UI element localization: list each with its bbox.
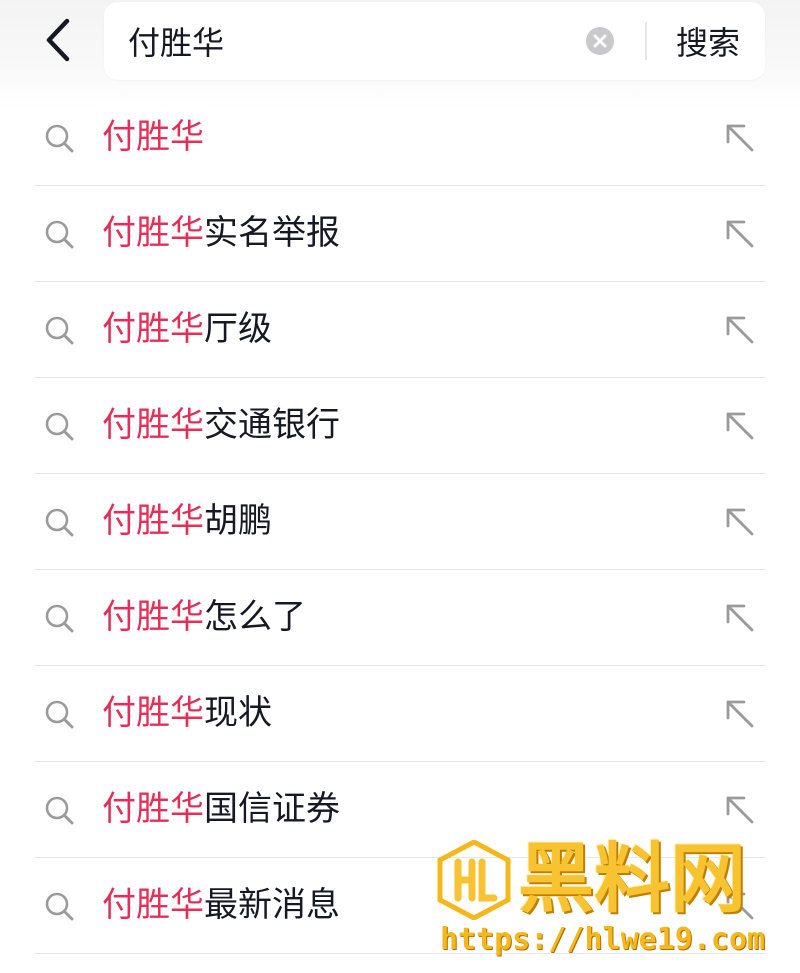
suggestion-highlight: 付胜华 <box>102 501 204 541</box>
fill-arrow-icon[interactable] <box>724 314 756 346</box>
suggestion-text: 付胜华 <box>102 90 204 185</box>
suggestion-rest: 厅级 <box>204 309 272 349</box>
suggestion-highlight: 付胜华 <box>102 117 204 157</box>
suggestion-item[interactable]: 付胜华 <box>34 90 766 186</box>
suggestion-text: 付胜华厅级 <box>102 282 272 377</box>
suggestion-highlight: 付胜华 <box>102 405 204 445</box>
suggestion-rest: 最新消息 <box>204 885 340 925</box>
fill-arrow-icon[interactable] <box>724 698 756 730</box>
suggestion-item[interactable]: 付胜华厅级 <box>34 282 766 378</box>
suggestion-item[interactable]: 付胜华现状 <box>34 666 766 762</box>
fill-arrow-icon[interactable] <box>724 218 756 250</box>
suggestion-text: 付胜华怎么了 <box>102 570 306 665</box>
search-icon <box>45 124 74 153</box>
back-button[interactable] <box>30 12 86 68</box>
suggestion-text: 付胜华最新消息 <box>102 858 340 953</box>
search-icon <box>45 220 74 249</box>
suggestion-text: 付胜华胡鹏 <box>102 474 272 569</box>
search-icon <box>45 412 74 441</box>
search-divider <box>645 22 647 60</box>
fill-arrow-icon[interactable] <box>724 506 756 538</box>
suggestion-rest: 胡鹏 <box>204 501 272 541</box>
search-button[interactable]: 搜索 <box>660 2 756 80</box>
suggestion-text: 付胜华现状 <box>102 666 272 761</box>
search-icon <box>45 892 74 921</box>
suggestion-rest: 交通银行 <box>204 405 340 445</box>
suggestion-item[interactable]: 付胜华交通银行 <box>34 378 766 474</box>
clear-circle-icon[interactable] <box>585 26 615 56</box>
suggestion-item[interactable]: 付胜华实名举报 <box>34 186 766 282</box>
suggestion-highlight: 付胜华 <box>102 885 204 925</box>
suggestion-item[interactable]: 付胜华国信证券 <box>34 762 766 858</box>
search-icon <box>45 796 74 825</box>
fill-arrow-icon[interactable] <box>724 890 756 922</box>
search-icon <box>45 508 74 537</box>
search-box: 搜索 <box>104 2 765 80</box>
suggestion-highlight: 付胜华 <box>102 309 204 349</box>
fill-arrow-icon[interactable] <box>724 122 756 154</box>
suggestion-rest: 现状 <box>204 693 272 733</box>
chevron-left-icon <box>46 18 70 62</box>
search-icon <box>45 700 74 729</box>
suggestion-list: 付胜华 付胜华实名举报 付胜华厅级 付胜华交通银行 付胜华胡鹏 付胜华怎么了 付胜华现状 付胜… <box>34 90 766 954</box>
fill-arrow-icon[interactable] <box>724 410 756 442</box>
suggestion-rest: 国信证券 <box>204 789 340 829</box>
suggestion-highlight: 付胜华 <box>102 597 204 637</box>
search-input[interactable] <box>128 2 568 80</box>
suggestion-highlight: 付胜华 <box>102 693 204 733</box>
suggestion-rest: 怎么了 <box>204 597 306 637</box>
suggestion-highlight: 付胜华 <box>102 213 204 253</box>
fill-arrow-icon[interactable] <box>724 794 756 826</box>
suggestion-item[interactable]: 付胜华怎么了 <box>34 570 766 666</box>
fill-arrow-icon[interactable] <box>724 602 756 634</box>
suggestion-item[interactable]: 付胜华最新消息 <box>34 858 766 954</box>
suggestion-highlight: 付胜华 <box>102 789 204 829</box>
search-icon <box>45 316 74 345</box>
suggestion-rest: 实名举报 <box>204 213 340 253</box>
suggestion-text: 付胜华国信证券 <box>102 762 340 857</box>
suggestion-item[interactable]: 付胜华胡鹏 <box>34 474 766 570</box>
search-icon <box>45 604 74 633</box>
suggestion-text: 付胜华实名举报 <box>102 186 340 281</box>
suggestion-text: 付胜华交通银行 <box>102 378 340 473</box>
